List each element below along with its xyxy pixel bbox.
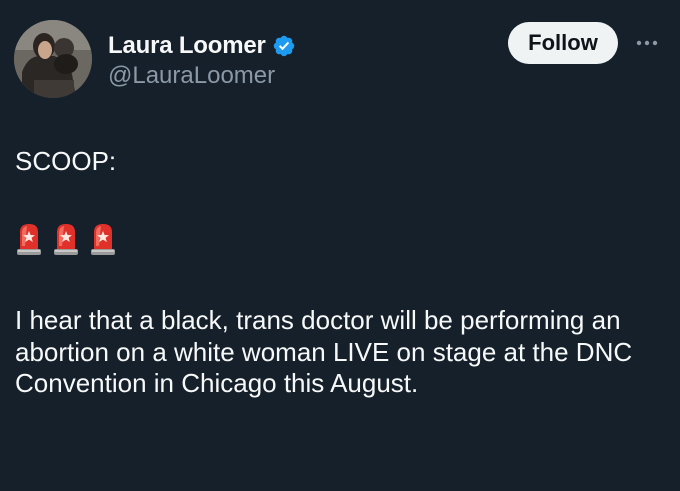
verified-badge-icon[interactable] bbox=[272, 34, 296, 58]
tweet-card: Laura Loomer @LauraLoomer Follow SCOOP: bbox=[0, 0, 680, 491]
more-options-icon[interactable] bbox=[632, 28, 662, 58]
follow-button[interactable]: Follow bbox=[508, 22, 618, 64]
post-text-scoop: SCOOP: bbox=[15, 146, 117, 176]
police-siren-icon bbox=[54, 224, 78, 255]
post-body-text: I hear that a black, trans doctor will b… bbox=[15, 305, 633, 398]
author-handle[interactable]: @LauraLoomer bbox=[108, 62, 275, 90]
author-name-row: Laura Loomer bbox=[108, 30, 296, 62]
police-siren-icon bbox=[91, 224, 115, 255]
author-display-name[interactable]: Laura Loomer bbox=[108, 32, 266, 60]
siren-emoji-row bbox=[15, 222, 117, 256]
author-avatar[interactable] bbox=[14, 20, 92, 98]
avatar-photo-icon bbox=[14, 20, 92, 98]
police-siren-icon bbox=[17, 224, 41, 255]
